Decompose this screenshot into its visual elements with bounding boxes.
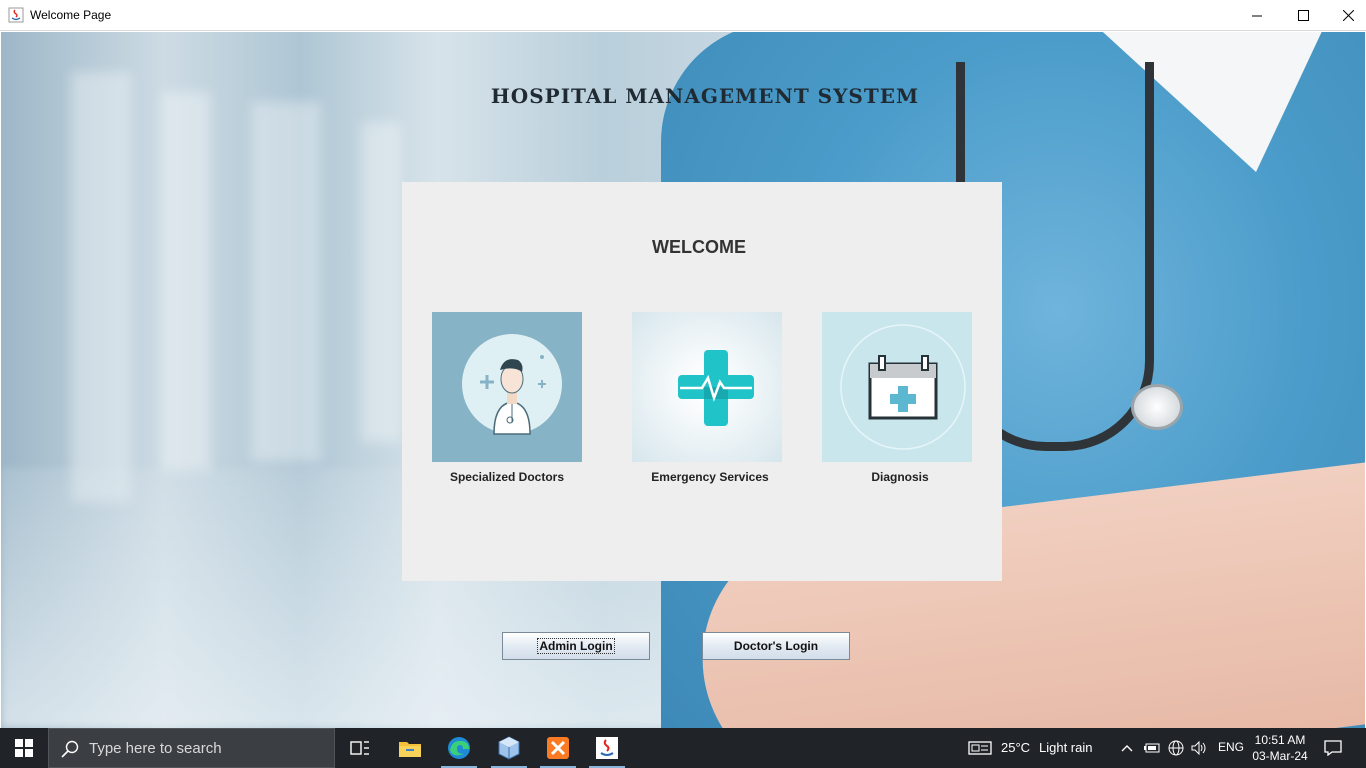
clock-date: 03-Mar-24 [1252,749,1308,763]
welcome-heading: WELCOME [652,237,746,257]
java-icon [596,737,618,759]
search-icon [61,740,79,758]
diagnosis-card [822,312,972,462]
input-language[interactable]: ENG [1218,740,1244,754]
background-decoration [361,122,401,442]
edge-browser-button[interactable] [435,728,483,768]
welcome-content: HOSPITAL MANAGEMENT SYSTEM WELCOME Speci… [1,32,1365,728]
battery-button[interactable] [1141,728,1163,768]
java-button[interactable] [583,728,631,768]
weather-description: Light rain [1039,740,1093,755]
calendar-medical-icon [840,324,966,450]
edge-icon [448,737,470,759]
background-decoration [71,72,131,502]
volume-button[interactable] [1188,728,1210,768]
doctor-icon [462,334,562,435]
page-title: HOSPITAL MANAGEMENT SYSTEM [490,84,920,108]
window-title-bar: Welcome Page [0,0,1366,31]
close-button[interactable] [1325,0,1366,31]
maximize-button[interactable] [1280,0,1326,31]
specialized-doctors-label: Specialized Doctors [449,470,565,484]
weather-button[interactable] [966,728,994,768]
java-app-icon [8,7,24,23]
doctor-login-label: Doctor's Login [733,639,819,653]
task-view-icon [350,741,369,755]
virtualbox-icon [498,736,520,760]
stethoscope-head-image [1131,384,1183,430]
background-decoration [161,92,211,472]
taskbar-clock[interactable]: 10:51 AM 03-Mar-24 [1246,732,1314,764]
notifications-button[interactable] [1318,728,1348,768]
weather-temperature: 25°C [1001,740,1031,755]
welcome-panel: WELCOME Specialized Doctors Emergency Se… [402,182,1002,581]
battery-icon [1144,743,1160,753]
medical-cross-icon [678,350,754,426]
start-button[interactable] [0,728,48,768]
emergency-services-label: Emergency Services [651,470,769,484]
file-explorer-button[interactable] [386,728,434,768]
xampp-button[interactable] [534,728,582,768]
weather-icon [968,741,992,755]
diagnosis-label: Diagnosis [871,470,929,484]
minimize-button[interactable] [1234,0,1280,31]
taskbar-search-box[interactable]: Type here to search [48,728,335,768]
notification-icon [1324,740,1342,756]
maximize-icon [1297,10,1309,21]
show-hidden-icons-button[interactable] [1117,728,1137,768]
file-explorer-icon [399,742,421,757]
windows-logo-icon [15,739,33,757]
network-button[interactable] [1165,728,1187,768]
admin-login-button[interactable]: Admin Login [502,632,650,660]
close-icon [1342,10,1354,21]
search-placeholder: Type here to search [89,740,222,757]
speaker-icon [1191,741,1206,755]
background-decoration [251,102,321,462]
doctor-login-button[interactable]: Doctor's Login [702,632,850,660]
specialized-doctors-card [432,312,582,462]
task-view-button[interactable] [336,728,384,768]
window-title: Welcome Page [30,8,112,22]
globe-icon [1168,740,1184,756]
virtualbox-button[interactable] [485,728,533,768]
taskbar: Type here to search 25°C Light rain ENG … [0,728,1366,768]
minimize-icon [1252,15,1262,16]
chevron-up-icon [1121,745,1133,752]
emergency-services-card [632,312,782,462]
xampp-icon [547,737,569,759]
admin-login-label: Admin Login [537,638,615,654]
clock-time: 10:51 AM [1254,733,1306,747]
